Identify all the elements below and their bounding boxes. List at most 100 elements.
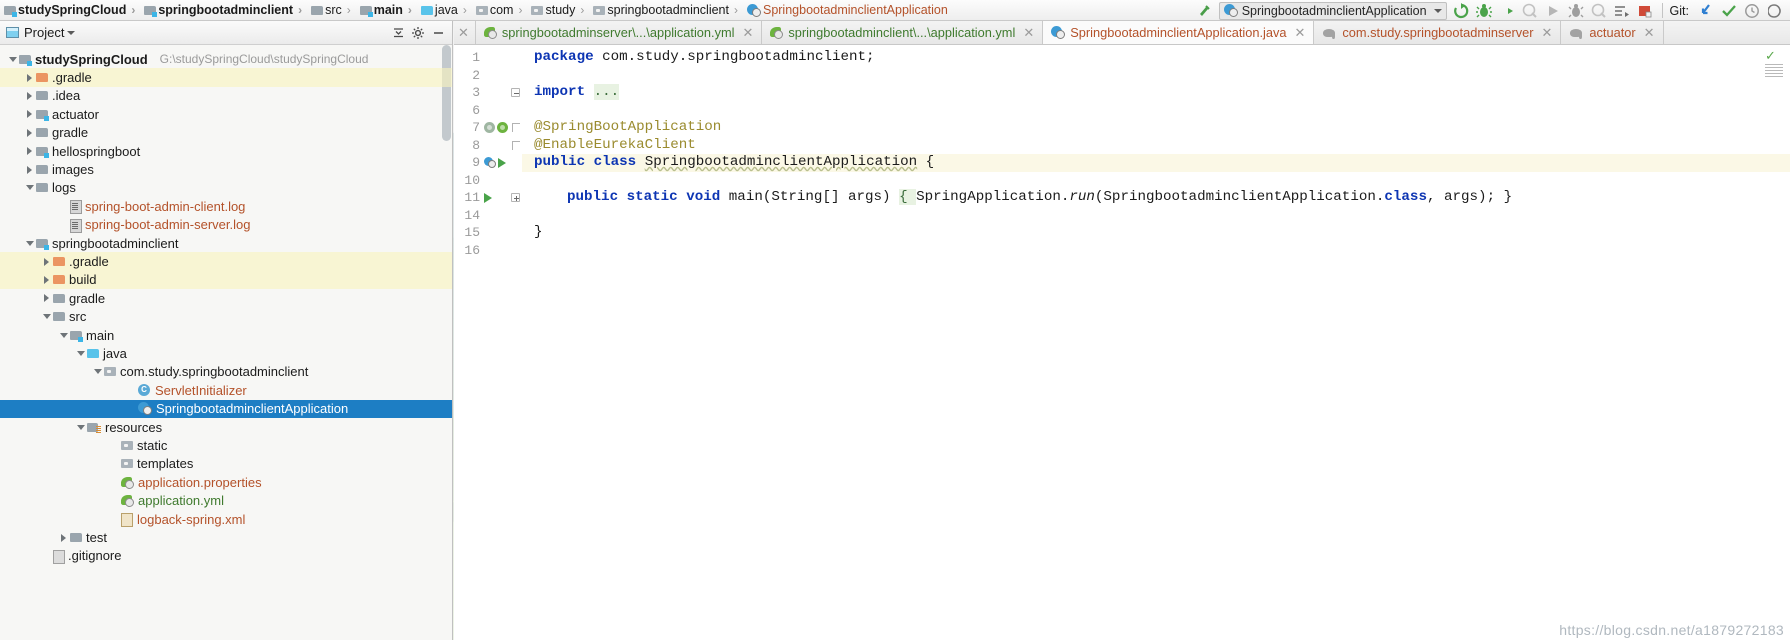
- gutter-line-1[interactable]: 2: [454, 67, 522, 85]
- tree-row-1[interactable]: .gradle: [0, 68, 452, 87]
- chevron-down-icon[interactable]: [76, 424, 85, 430]
- tree-row-9[interactable]: spring-boot-admin-server.log: [0, 216, 452, 234]
- code-line-6[interactable]: public class SpringbootadminclientApplic…: [522, 154, 1790, 172]
- tree-row-18[interactable]: ServletInitializer: [0, 381, 452, 399]
- code-line-5[interactable]: @EnableEurekaClient: [522, 137, 1790, 155]
- tree-row-15[interactable]: main: [0, 326, 452, 344]
- chevron-down-icon[interactable]: [25, 240, 34, 246]
- breadcrumb-item-4[interactable]: java ›: [417, 0, 472, 21]
- tree-row-3[interactable]: actuator: [0, 105, 452, 123]
- chevron-right-icon[interactable]: [27, 128, 32, 137]
- run-icon[interactable]: [484, 192, 492, 203]
- tree-toggle[interactable]: [74, 345, 87, 363]
- tree-row-10[interactable]: springbootadminclient: [0, 234, 452, 252]
- run-configuration-selector[interactable]: SpringbootadminclientApplication: [1218, 1, 1447, 20]
- gutter-line-10[interactable]: 15: [454, 224, 522, 242]
- close-icon[interactable]: ✕: [743, 25, 754, 41]
- code-line-0[interactable]: package com.study.springbootadminclient;: [522, 49, 1790, 67]
- code-line-3[interactable]: [522, 102, 1790, 120]
- code-line-10[interactable]: }: [522, 224, 1790, 242]
- tree-row-8[interactable]: spring-boot-admin-client.log: [0, 197, 452, 215]
- build-hammer-icon[interactable]: [1193, 0, 1216, 21]
- run-dashboard-icon[interactable]: [1611, 0, 1634, 21]
- tree-row-26[interactable]: test: [0, 528, 452, 546]
- project-tree[interactable]: studySpringCloud G:\studySpringCloud\stud…: [0, 45, 452, 640]
- tree-row-4[interactable]: gradle: [0, 124, 452, 142]
- close-icon[interactable]: ✕: [1295, 25, 1306, 41]
- gear-icon[interactable]: [408, 23, 428, 43]
- code-line-8[interactable]: public static void main(String[] args) {…: [522, 189, 1790, 207]
- tree-toggle[interactable]: [91, 363, 104, 381]
- breadcrumb-item-1[interactable]: springbootadminclient ›: [140, 0, 307, 21]
- breadcrumb-item-8[interactable]: SpringbootadminclientApplication: [743, 0, 952, 21]
- gutter-line-0[interactable]: 1: [454, 49, 522, 67]
- chevron-right-icon[interactable]: [44, 294, 49, 303]
- close-icon[interactable]: ✕: [1542, 25, 1553, 41]
- tree-row-16[interactable]: java: [0, 344, 452, 362]
- commit-checkmark-icon[interactable]: [1717, 0, 1740, 21]
- tree-toggle[interactable]: [40, 253, 53, 271]
- fold-toggle-icon[interactable]: [511, 193, 520, 203]
- gutter-line-9[interactable]: 14: [454, 207, 522, 225]
- gutter-line-6[interactable]: 9: [454, 154, 522, 172]
- chevron-right-icon[interactable]: [61, 533, 66, 542]
- more-icon[interactable]: [1763, 0, 1786, 21]
- gutter-line-8[interactable]: 11: [454, 189, 522, 207]
- chevron-right-icon[interactable]: [27, 165, 32, 174]
- chevron-right-icon[interactable]: [27, 73, 32, 82]
- tree-toggle[interactable]: [40, 271, 53, 289]
- tree-row-17[interactable]: com.study.springbootadminclient: [0, 363, 452, 381]
- gutter-line-2[interactable]: 3: [454, 84, 522, 102]
- tree-row-12[interactable]: build: [0, 270, 452, 290]
- tree-toggle[interactable]: [23, 142, 36, 160]
- tree-row-13[interactable]: gradle: [0, 289, 452, 307]
- fold-toggle-icon[interactable]: [512, 140, 520, 150]
- breadcrumb-item-6[interactable]: study ›: [527, 0, 589, 21]
- tree-row-25[interactable]: logback-spring.xml: [0, 510, 452, 528]
- chevron-down-icon[interactable]: [8, 56, 17, 62]
- tree-toggle[interactable]: [40, 308, 53, 326]
- stop-red-icon[interactable]: [1634, 0, 1657, 21]
- tree-row-19[interactable]: SpringbootadminclientApplication: [0, 399, 452, 418]
- bean-gray-icon[interactable]: [484, 122, 495, 134]
- history-clock-icon[interactable]: [1740, 0, 1763, 21]
- bean-green-icon[interactable]: [497, 122, 508, 134]
- editor-gutter[interactable]: 1 2 3 6 7 8 9 10 11 14 15 16: [454, 45, 522, 640]
- tree-row-0[interactable]: studySpringCloud G:\studySpringCloud\stud…: [0, 50, 452, 68]
- gutter-line-11[interactable]: 16: [454, 242, 522, 260]
- chevron-right-icon[interactable]: [44, 257, 49, 266]
- tree-row-23[interactable]: application.properties: [0, 473, 452, 491]
- run-icon[interactable]: [498, 157, 506, 168]
- close-icon[interactable]: ✕: [1644, 25, 1655, 41]
- breadcrumb-item-2[interactable]: src ›: [307, 0, 356, 21]
- tree-row-6[interactable]: images: [0, 160, 452, 178]
- breadcrumb-item-0[interactable]: studySpringCloud ›: [0, 0, 140, 21]
- chevron-down-icon[interactable]: [59, 332, 68, 338]
- tree-row-2[interactable]: .idea: [0, 87, 452, 105]
- gutter-line-5[interactable]: 8: [454, 137, 522, 155]
- code-line-11[interactable]: [522, 242, 1790, 260]
- editor-tab-4[interactable]: actuator ✕: [1561, 21, 1664, 44]
- tree-row-21[interactable]: static: [0, 436, 452, 454]
- tree-row-27[interactable]: .gitignore: [0, 547, 452, 565]
- tree-toggle[interactable]: [23, 69, 36, 87]
- tree-row-22[interactable]: templates: [0, 455, 452, 473]
- inspection-widget[interactable]: ✓: [1765, 48, 1787, 84]
- code-line-2[interactable]: import ...: [522, 84, 1790, 102]
- close-icon[interactable]: ✕: [458, 25, 469, 41]
- breadcrumb-item-5[interactable]: com ›: [472, 0, 528, 21]
- tree-toggle[interactable]: [6, 50, 19, 68]
- chevron-down-icon[interactable]: [1433, 8, 1442, 13]
- tree-toggle[interactable]: [40, 289, 53, 307]
- tree-row-5[interactable]: hellospringboot: [0, 142, 452, 160]
- breadcrumb-item-7[interactable]: springbootadminclient ›: [589, 0, 743, 21]
- tree-row-14[interactable]: src: [0, 308, 452, 326]
- code-content[interactable]: package com.study.springbootadminclient;…: [522, 45, 1790, 640]
- tree-toggle[interactable]: [23, 124, 36, 142]
- editor-tab-0[interactable]: springbootadminserver\...\application.ym…: [475, 21, 763, 44]
- tree-toggle[interactable]: [23, 179, 36, 197]
- tree-row-20[interactable]: resources: [0, 418, 452, 436]
- minimize-icon[interactable]: [428, 23, 448, 43]
- chevron-right-icon[interactable]: [27, 147, 32, 156]
- chevron-right-icon[interactable]: [27, 110, 32, 119]
